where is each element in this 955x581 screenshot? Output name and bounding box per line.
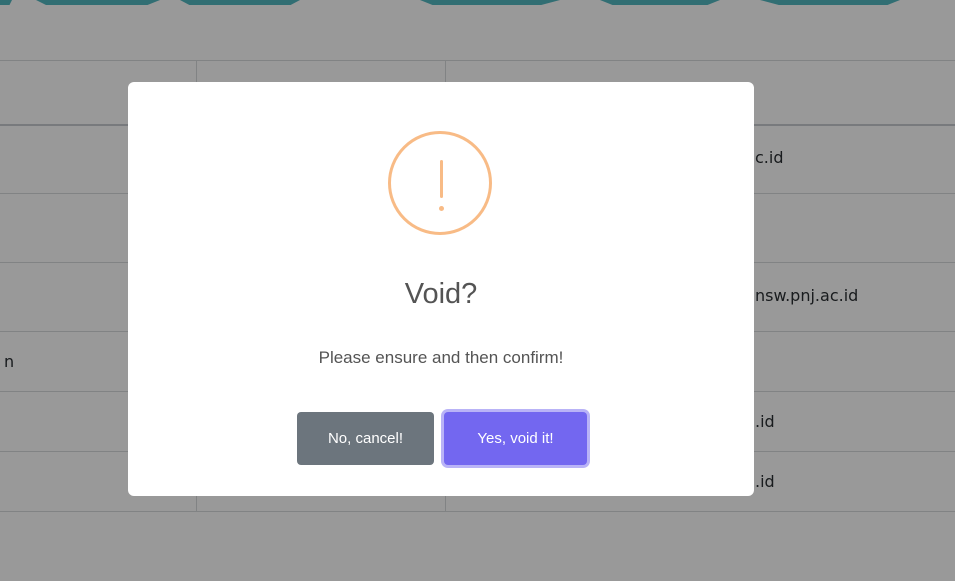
confirm-dialog: Void? Please ensure and then confirm! No… [128,82,754,496]
cancel-button[interactable]: No, cancel! [297,412,434,465]
dialog-message: Please ensure and then confirm! [318,348,564,367]
exclamation-bar [440,160,443,198]
exclamation-dot [439,206,444,211]
warning-icon [388,131,492,235]
page: ⇅ ⇅ c.id nsw.pnj.ac.id n .id .id Void? [0,0,955,581]
confirm-void-button[interactable]: Yes, void it! [444,412,587,465]
dialog-title: Void? [404,278,478,310]
